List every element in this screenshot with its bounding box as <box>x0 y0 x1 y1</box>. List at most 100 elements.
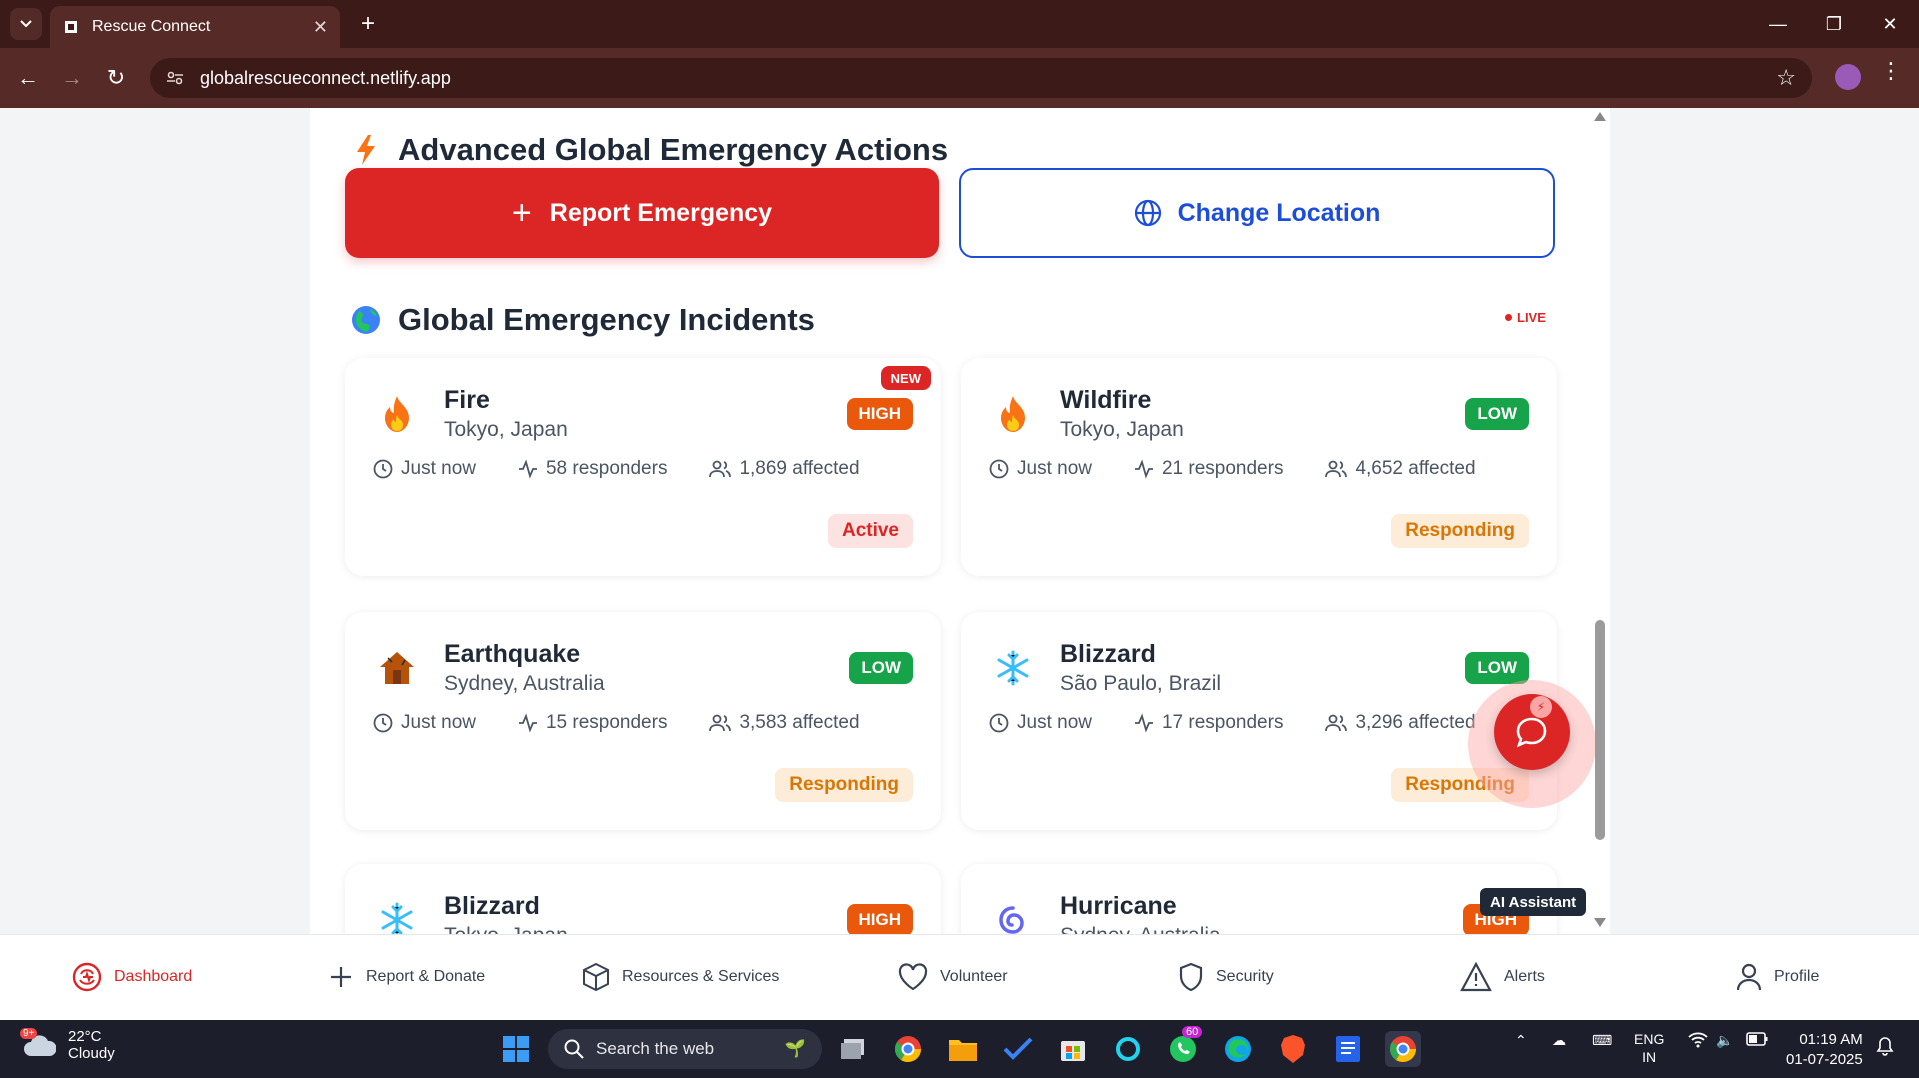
incident-card[interactable]: Blizzard Tokyo, Japan HIGH <box>345 864 941 934</box>
heart-icon <box>898 963 928 991</box>
notes-app-icon[interactable] <box>1330 1031 1366 1067</box>
shield-icon <box>1179 962 1203 992</box>
responders-meta: 15 responders <box>518 712 667 734</box>
incident-location: Sydney, Australia <box>1060 924 1221 934</box>
time-text: Just now <box>1017 712 1092 733</box>
time-text: Just now <box>401 712 476 733</box>
incident-title: Hurricane <box>1060 892 1177 920</box>
nav-alerts[interactable]: Alerts <box>1460 959 1545 995</box>
forward-button[interactable]: → <box>56 62 88 94</box>
severity-badge: LOW <box>1465 398 1529 430</box>
affected-meta: 1,869 affected <box>709 458 860 480</box>
todo-icon[interactable] <box>1000 1031 1036 1067</box>
nav-volunteer[interactable]: Volunteer <box>898 959 1008 995</box>
search-icon <box>564 1039 584 1059</box>
earth-globe-icon <box>350 305 382 335</box>
scroll-up-arrow[interactable] <box>1594 112 1606 121</box>
nav-security[interactable]: Security <box>1178 959 1274 995</box>
battery-icon[interactable] <box>1746 1032 1768 1049</box>
windows-start-icon[interactable] <box>498 1031 534 1067</box>
incident-location: Tokyo, Japan <box>444 924 568 934</box>
system-clock[interactable]: 01:19 AM 01-07-2025 <box>1786 1030 1863 1070</box>
fire-icon <box>375 392 419 436</box>
affected-meta: 3,583 affected <box>709 712 860 734</box>
incident-title: Blizzard <box>444 892 540 920</box>
weather-widget[interactable]: 9+ 22°C Cloudy <box>20 1028 115 1062</box>
brave-icon[interactable] <box>1275 1031 1311 1067</box>
bookmark-star-icon[interactable]: ☆ <box>1776 65 1796 91</box>
globe-icon <box>1134 199 1162 227</box>
chrome-profile-icon[interactable] <box>890 1031 926 1067</box>
volume-icon[interactable]: 🔈 <box>1716 1032 1733 1049</box>
back-button[interactable]: ← <box>12 62 44 94</box>
incident-meta: Just now 21 responders 4,652 affected <box>989 458 1529 480</box>
reload-button[interactable]: ↻ <box>100 62 132 94</box>
close-window-button[interactable]: ✕ <box>1862 0 1918 48</box>
nav-report-donate[interactable]: Report & Donate <box>328 959 485 995</box>
store-icon[interactable] <box>1055 1031 1091 1067</box>
tab-close-icon[interactable]: ✕ <box>313 17 328 38</box>
affected-text: 1,869 affected <box>739 458 860 479</box>
minimize-button[interactable]: — <box>1750 0 1806 48</box>
incident-card[interactable]: Wildfire Tokyo, Japan LOW Just now 21 re… <box>961 358 1557 576</box>
activity-icon <box>1134 713 1153 733</box>
tab-search-dropdown[interactable] <box>10 8 42 40</box>
user-icon <box>1736 963 1762 991</box>
time-meta: Just now <box>373 458 476 480</box>
nav-profile[interactable]: Profile <box>1736 959 1819 995</box>
wifi-icon[interactable] <box>1688 1032 1708 1051</box>
report-emergency-button[interactable]: + Report Emergency <box>345 168 939 258</box>
incident-card[interactable]: Hurricane Sydney, Australia HIGH <box>961 864 1557 934</box>
status-badge: Active <box>827 514 913 548</box>
new-tab-button[interactable]: + <box>352 8 384 40</box>
nav-resources-services[interactable]: Resources & Services <box>582 959 779 995</box>
tray-chevron-up-icon[interactable]: ⌃ <box>1515 1032 1527 1049</box>
file-explorer-icon[interactable] <box>945 1031 981 1067</box>
keyboard-icon[interactable]: ⌨ <box>1592 1032 1612 1049</box>
address-bar[interactable]: globalrescueconnect.netlify.app ☆ <box>150 58 1812 98</box>
responders-text: 21 responders <box>1161 458 1284 479</box>
chevron-down-icon <box>20 20 32 28</box>
time-text: Just now <box>1017 458 1092 479</box>
cortana-icon[interactable] <box>1110 1031 1146 1067</box>
browser-tab[interactable]: Rescue Connect ✕ <box>50 6 340 48</box>
responders-meta: 21 responders <box>1134 458 1283 480</box>
edge-icon[interactable] <box>1220 1031 1256 1067</box>
nav-dashboard[interactable]: Dashboard <box>72 959 192 995</box>
time-text: Just now <box>401 458 476 479</box>
activity-icon <box>1134 459 1153 479</box>
cloud-icon: 9+ <box>20 1028 57 1058</box>
ai-assistant-button[interactable]: ⚡ <box>1468 680 1596 808</box>
chrome-active-icon[interactable] <box>1385 1031 1421 1067</box>
incident-card[interactable]: Earthquake Sydney, Australia LOW Just no… <box>345 612 941 830</box>
time-meta: Just now <box>989 458 1092 480</box>
clock-date: 01-07-2025 <box>1786 1051 1863 1068</box>
taskbar-search[interactable]: Search the web 🌱 <box>548 1029 822 1069</box>
incident-location: Tokyo, Japan <box>1060 418 1184 441</box>
incident-location: Sydney, Australia <box>444 672 605 695</box>
change-location-button[interactable]: Change Location <box>959 168 1555 258</box>
notification-bell-icon[interactable] <box>1876 1036 1894 1059</box>
clock-icon <box>373 459 393 479</box>
task-view-icon[interactable] <box>836 1031 872 1067</box>
restore-button[interactable]: ❐ <box>1806 0 1862 48</box>
profile-avatar[interactable] <box>1835 64 1861 90</box>
incident-meta: Just now 17 responders 3,296 affected <box>989 712 1529 734</box>
nav-label: Profile <box>1774 968 1820 985</box>
scroll-down-arrow[interactable] <box>1594 918 1606 927</box>
site-info-icon[interactable] <box>166 71 186 85</box>
scroll-thumb[interactable] <box>1595 620 1605 840</box>
incident-card[interactable]: NEW Fire Tokyo, Japan HIGH Just now 58 r… <box>345 358 941 576</box>
language-indicator[interactable]: ENG IN <box>1634 1030 1664 1066</box>
weather-text: Cloudy <box>68 1045 115 1062</box>
responders-text: 17 responders <box>1161 712 1284 733</box>
affected-meta: 4,652 affected <box>1325 458 1476 480</box>
affected-text: 4,652 affected <box>1355 458 1476 479</box>
browser-menu-icon[interactable]: ⋮ <box>1880 58 1902 84</box>
activity-icon <box>518 459 537 479</box>
incident-card[interactable]: Blizzard São Paulo, Brazil LOW Just now … <box>961 612 1557 830</box>
incident-title: Blizzard <box>1060 640 1156 668</box>
bottom-navigation: Dashboard Report & Donate Resources & Se… <box>0 934 1919 1020</box>
onedrive-icon[interactable]: ☁ <box>1552 1032 1566 1049</box>
users-icon <box>1325 460 1348 478</box>
